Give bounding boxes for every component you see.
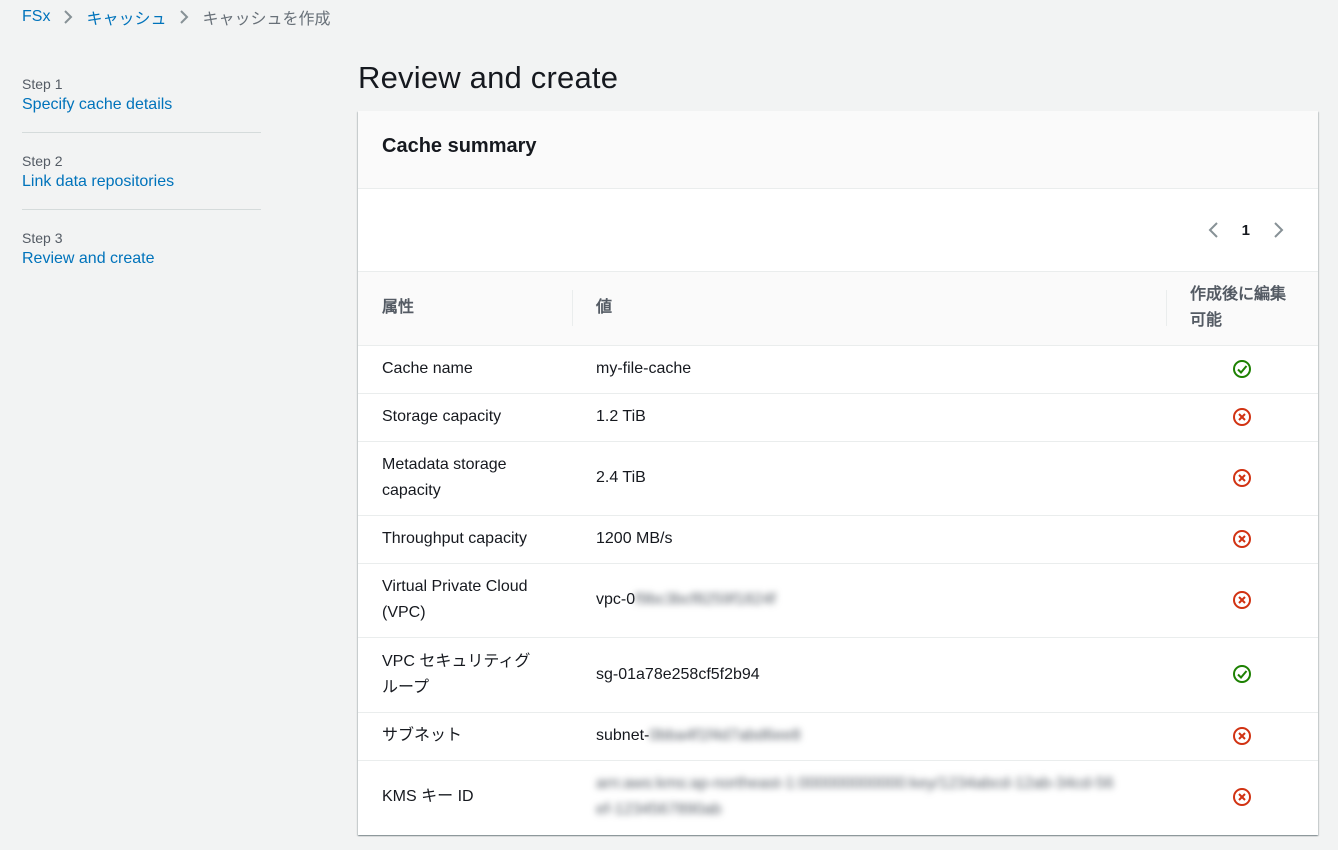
next-page-button[interactable]: [1268, 220, 1288, 240]
current-page-number[interactable]: 1: [1238, 222, 1254, 239]
chevron-right-icon: [56, 6, 80, 28]
wizard-steps: Step 1 Specify cache details Step 2 Link…: [22, 76, 261, 306]
table-row: Metadata storage capacity 2.4 TiB: [358, 441, 1318, 516]
editable-header-line2: 可能: [1190, 312, 1223, 330]
cache-summary-panel: Cache summary 1 属性 値 作成後に編集 可能 Cache nam…: [358, 111, 1318, 835]
value-cell: subnet-0bba4f1f4d7abd6ee8: [572, 712, 1166, 761]
check-circle-icon: [1233, 665, 1251, 684]
attribute-cell: Metadata storage capacity: [358, 441, 572, 516]
subnet-id-visible: subnet-: [596, 727, 650, 744]
table-row: Storage capacity 1.2 TiB: [358, 393, 1318, 442]
step-link-link-data-repositories[interactable]: Link data repositories: [22, 173, 261, 191]
chevron-left-icon: [1208, 222, 1218, 238]
table-row: Cache name my-file-cache: [358, 345, 1318, 394]
chevron-right-icon: [172, 6, 196, 28]
chevron-right-icon: [1274, 222, 1284, 238]
check-circle-icon: [1233, 359, 1251, 378]
step-link-review-and-create[interactable]: Review and create: [22, 250, 261, 268]
column-header-attribute: 属性: [358, 272, 572, 346]
column-header-editable: 作成後に編集 可能: [1166, 272, 1318, 346]
step-link-specify-cache-details[interactable]: Specify cache details: [22, 96, 261, 114]
editable-header-line1: 作成後に編集: [1190, 286, 1287, 304]
attribute-cell: Virtual Private Cloud (VPC): [358, 563, 572, 638]
column-header-value: 値: [572, 272, 1166, 346]
x-circle-icon: [1233, 407, 1251, 426]
summary-table: 属性 値 作成後に編集 可能 Cache name my-file-cache …: [358, 272, 1318, 834]
editable-cell: [1166, 345, 1318, 394]
x-circle-icon: [1233, 788, 1251, 807]
value-cell: sg-01a78e258cf5f2b94: [572, 637, 1166, 713]
x-circle-icon: [1233, 468, 1251, 487]
vpc-id-redacted: f9bc3bcf8259f1824f: [635, 591, 776, 608]
previous-page-button[interactable]: [1204, 220, 1224, 240]
panel-header: Cache summary: [358, 111, 1318, 189]
x-circle-icon: [1233, 529, 1251, 548]
editable-cell: [1166, 712, 1318, 761]
editable-cell: [1166, 760, 1318, 834]
editable-cell: [1166, 563, 1318, 638]
panel-title: Cache summary: [382, 135, 537, 157]
pagination: 1: [1204, 220, 1288, 240]
value-cell: 1200 MB/s: [572, 515, 1166, 564]
breadcrumb: FSx キャッシュ キャッシュを作成: [22, 6, 330, 28]
attribute-cell: VPC セキュリティグループ: [358, 637, 572, 713]
subnet-id-redacted: 0bba4f1f4d7abd6ee8: [649, 727, 801, 744]
attribute-cell: サブネット: [358, 712, 572, 761]
table-row: サブネット subnet-0bba4f1f4d7abd6ee8: [358, 712, 1318, 761]
table-header-row: 属性 値 作成後に編集 可能: [358, 272, 1318, 346]
table-row: Throughput capacity 1200 MB/s: [358, 515, 1318, 564]
value-cell: vpc-0f9bc3bcf8259f1824f: [572, 563, 1166, 638]
value-cell: 2.4 TiB: [572, 441, 1166, 516]
table-row: VPC セキュリティグループ sg-01a78e258cf5f2b94: [358, 637, 1318, 713]
step-number: Step 3: [22, 230, 63, 246]
column-divider: [572, 290, 573, 326]
pagination-row: 1: [358, 189, 1318, 272]
x-circle-icon: [1233, 590, 1251, 609]
kms-key-id-redacted: arn:aws:kms:ap-northeast-1:000000000000:…: [596, 775, 1114, 819]
value-cell: arn:aws:kms:ap-northeast-1:000000000000:…: [572, 760, 1166, 834]
value-cell: my-file-cache: [572, 345, 1166, 394]
attribute-cell: KMS キー ID: [382, 788, 474, 806]
wizard-step-2: Step 2 Link data repositories: [22, 153, 261, 210]
editable-cell: [1166, 637, 1318, 713]
page-title: Review and create: [358, 60, 619, 95]
step-number: Step 1: [22, 76, 63, 92]
wizard-step-3: Step 3 Review and create: [22, 230, 261, 286]
editable-cell: [1166, 393, 1318, 442]
breadcrumb-current: キャッシュを作成: [202, 11, 331, 28]
value-cell: 1.2 TiB: [572, 393, 1166, 442]
attribute-cell: Throughput capacity: [358, 515, 572, 564]
x-circle-icon: [1233, 726, 1251, 745]
wizard-step-1: Step 1 Specify cache details: [22, 76, 261, 133]
breadcrumb-cache[interactable]: キャッシュ: [86, 5, 166, 29]
attribute-cell: Storage capacity: [358, 393, 572, 442]
attribute-cell: Cache name: [358, 345, 572, 394]
step-number: Step 2: [22, 153, 63, 169]
editable-cell: [1166, 441, 1318, 516]
column-divider: [1166, 290, 1167, 326]
table-row: Virtual Private Cloud (VPC) vpc-0f9bc3bc…: [358, 563, 1318, 638]
editable-cell: [1166, 515, 1318, 564]
table-row: KMS キー ID arn:aws:kms:ap-northeast-1:000…: [358, 760, 1318, 834]
vpc-id-visible: vpc-0: [596, 591, 636, 608]
breadcrumb-fsx[interactable]: FSx: [22, 8, 50, 26]
